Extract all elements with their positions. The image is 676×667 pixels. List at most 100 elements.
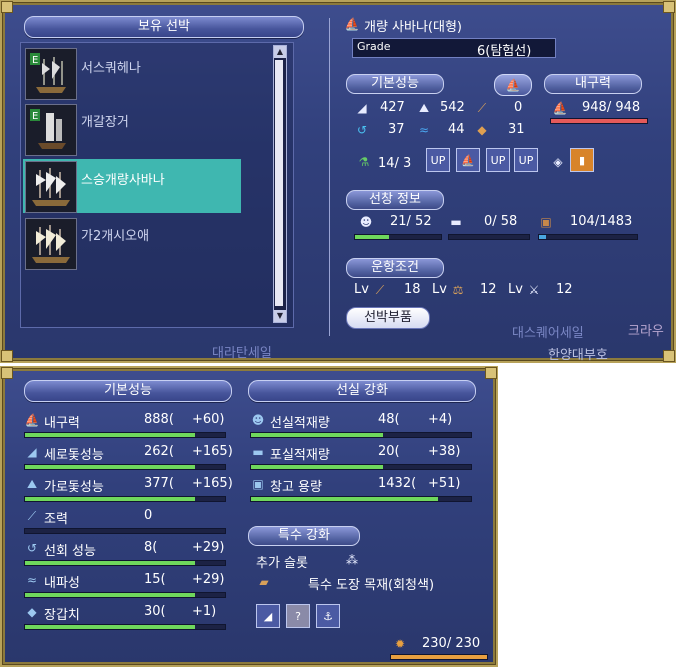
cargo-bar	[538, 234, 638, 240]
oar-icon: ⟋	[477, 100, 487, 115]
stat-bar-fill	[25, 625, 195, 629]
upgrade-ship-icon[interactable]: ⛵	[456, 148, 480, 172]
stat-value: 262(	[144, 444, 174, 459]
req-level-label: Lv	[354, 282, 369, 297]
stat-bonus: +51)	[428, 476, 461, 491]
stat-label: 선회 성능	[44, 544, 96, 559]
background-label: 대스퀘어세일	[512, 326, 584, 341]
cargo-value: 104/1483	[570, 214, 633, 229]
stat-bar-fill	[251, 497, 438, 501]
ship-list-item[interactable]: E 서스쿼헤나	[23, 47, 241, 100]
door-icon[interactable]: ▮	[570, 148, 594, 172]
stat-row: ⟋ 조력 0	[22, 506, 228, 534]
horizontal-sail-icon: ⛰	[418, 100, 430, 115]
ship-detail-toggle-button[interactable]: ⛵	[494, 74, 532, 96]
frame-corner	[1, 1, 13, 13]
stat-label: 내구력	[44, 416, 80, 431]
durability-icon: ⛵	[552, 101, 568, 115]
wave-value: 44	[448, 122, 465, 137]
turn-value: 37	[388, 122, 405, 137]
ship-list: E 서스쿼헤나 E 개갈장거 스승개량사바나 가2개시오애 ▲ ▼	[20, 42, 294, 328]
stat-row: ⛰ 가로돛성능 377(+165)	[22, 474, 233, 502]
frame-corner	[1, 350, 13, 362]
special-paint-label: 특수 도장 목재(회청색)	[308, 578, 435, 593]
stat-value: 48(	[378, 412, 400, 427]
cabin-upgrade-title: 선실 강화	[248, 380, 476, 402]
stat-bonus: +29)	[192, 572, 225, 587]
ship-list-item[interactable]: 가2개시오애	[23, 217, 241, 270]
upgrade-hull-icon[interactable]: UP	[486, 148, 510, 172]
ship-parts-button[interactable]: 선박부품	[346, 307, 430, 329]
ship-thumbnail	[25, 218, 77, 270]
stat-bar	[24, 592, 226, 598]
ship-type-icon: ⛵	[344, 17, 360, 31]
owned-ships-title: 보유 선박	[24, 16, 304, 38]
stat-bonus: +165)	[192, 444, 233, 459]
stat-bar	[24, 528, 226, 534]
ship-icon: E	[30, 109, 66, 149]
sail-req-title: 운항조건	[346, 258, 444, 278]
extra-slot-label: 추가 슬롯	[256, 556, 308, 571]
special-upgrade-title: 특수 강화	[248, 526, 360, 546]
stat-bar	[24, 464, 226, 470]
bottom-durability-bar	[390, 654, 488, 660]
crew-bar-fill	[355, 235, 390, 239]
special-icon: ◈	[553, 155, 563, 169]
stat-value: 15(	[144, 572, 166, 587]
figurehead-icon[interactable]: ⚓	[316, 604, 340, 628]
armor-icon: ◆	[27, 605, 37, 619]
stat-bar	[24, 560, 226, 566]
adventure-icon: ⟋	[375, 282, 385, 297]
ship-list-item-selected[interactable]: 스승개량사바나	[23, 159, 241, 213]
crew-info-title: 선창 정보	[346, 190, 444, 210]
stat-row: ↺ 선회 성능 8(+29)	[22, 538, 228, 566]
ship-name: 스승개량사바나	[81, 173, 165, 188]
battle-icon: ⚔	[528, 283, 540, 297]
scroll-thumb[interactable]	[275, 60, 283, 306]
durability-icon: ⛵	[24, 413, 40, 427]
frame-corner	[663, 350, 675, 362]
ship-icon	[32, 168, 70, 206]
scroll-up-icon[interactable]: ▲	[274, 46, 286, 58]
stat-bonus: +1)	[192, 604, 217, 619]
durability-value: 948/ 948	[582, 100, 641, 115]
stat-label: 조력	[44, 512, 68, 527]
cargo-slots-value: 14/ 3	[378, 156, 412, 171]
stat-value: 8(	[144, 540, 158, 555]
background-label: 대라탄세일	[212, 346, 272, 361]
ship-name: 개갈장거	[81, 115, 129, 130]
ship-list-item[interactable]: E 개갈장거	[23, 103, 241, 156]
ship-icon: E	[30, 53, 66, 93]
stat-label: 창고 용량	[270, 480, 322, 495]
bottom-durability-bar-fill	[391, 655, 487, 659]
stat-label: 선실적재량	[270, 416, 330, 431]
horizontal-sail-value: 542	[440, 100, 465, 115]
cannon-icon: ▬	[450, 215, 462, 229]
trade-icon: ⚖	[452, 283, 464, 297]
upgrade-cargo-icon[interactable]: UP	[514, 148, 538, 172]
durability-bar	[550, 118, 648, 124]
sun-icon: ✹	[394, 637, 406, 651]
barrel-icon: ▣	[252, 477, 264, 491]
basic-perf-section-title: 기본성능	[24, 380, 232, 402]
svg-text:E: E	[32, 55, 38, 66]
turn-icon: ↺	[26, 541, 38, 555]
stat-bar	[24, 624, 226, 630]
upgrade-sail-icon[interactable]: UP	[426, 148, 450, 172]
stat-row: ◢ 세로돛성능 262( +165)	[22, 442, 233, 470]
vertical-sail-icon: ◢	[27, 445, 37, 459]
stat-bar-fill	[251, 433, 383, 437]
cannon-value: 0/ 58	[484, 214, 518, 229]
plank-icon: ▰	[259, 575, 269, 589]
stat-bonus: +165)	[192, 476, 233, 491]
sail-slot-icon[interactable]: ◢	[256, 604, 280, 628]
stat-bar-fill	[25, 497, 195, 501]
stat-label: 세로돛성능	[44, 448, 104, 463]
ship-header: 개량 사바나(대형)	[364, 20, 462, 35]
ship-thumbnail: E	[25, 104, 77, 156]
stat-bonus: +38)	[428, 444, 461, 459]
ship-list-scrollbar[interactable]: ▲ ▼	[273, 45, 287, 323]
scroll-down-icon[interactable]: ▼	[274, 310, 286, 322]
unknown-slot-icon[interactable]: ?	[286, 604, 310, 628]
oar-icon: ⟋	[27, 508, 37, 523]
